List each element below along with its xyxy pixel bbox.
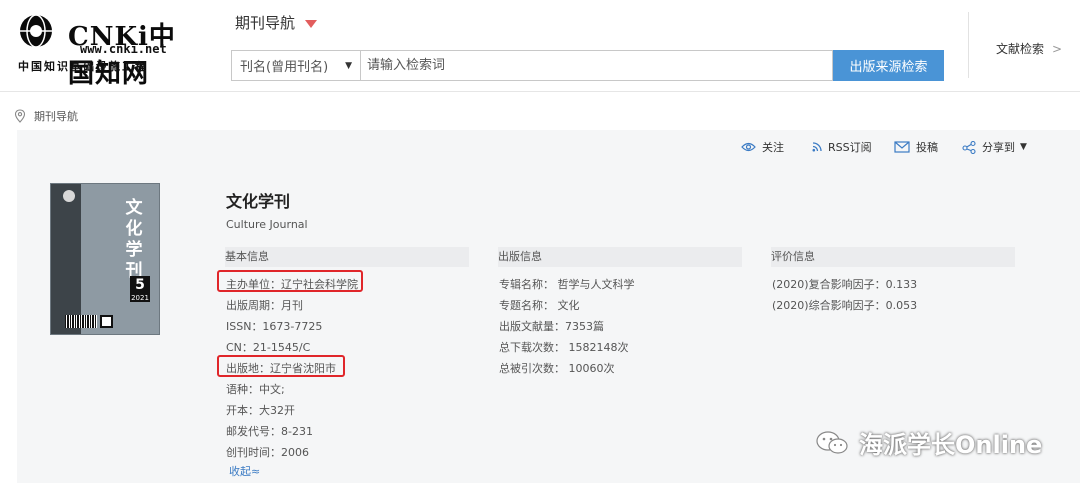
doc-count-field: 出版文献量：7353篇 — [499, 320, 604, 333]
language-field: 语种：中文; — [226, 383, 285, 396]
select-arrow-icon: ▼ — [345, 60, 352, 71]
search-field-value: 刊名(曾用刊名) — [240, 60, 329, 75]
journal-title: 文化学刊 — [226, 192, 291, 211]
follow-button[interactable]: 关注 — [741, 139, 784, 155]
search-input[interactable] — [361, 50, 833, 81]
composite-impact-factor: (2020)复合影响因子：0.133 — [772, 278, 918, 291]
caret-down-icon — [305, 19, 318, 28]
postal-code-field: 邮发代号：8-231 — [226, 425, 313, 438]
search-bar: 刊名(曾用刊名) ▼ 出版来源检索 — [231, 50, 944, 81]
eval-info-heading: 评价信息 — [771, 247, 1015, 267]
cover-year: 2021 — [131, 294, 149, 302]
journal-cover-image: 文化学刊 5 2021 — [50, 183, 160, 335]
sponsor-highlight-box — [217, 270, 363, 292]
journal-nav-dropdown[interactable]: 期刊导航 — [235, 12, 318, 33]
qr-code-icon — [100, 315, 113, 328]
source-search-button[interactable]: 出版来源检索 — [833, 50, 944, 81]
chevron-right-icon: > — [1052, 42, 1063, 56]
cover-emblem — [63, 190, 75, 202]
series-field: 专辑名称： 哲学与人文科学 — [499, 278, 635, 291]
eval-info-heading-label: 评价信息 — [771, 250, 815, 263]
cn-field: CN：21-1545/C — [226, 341, 311, 354]
eye-icon — [741, 142, 756, 152]
header-divider — [968, 12, 969, 78]
founded-field: 创刊时间：2006 — [226, 446, 309, 459]
rss-subscribe-button[interactable]: RSS订阅 — [812, 139, 872, 155]
logo-slogan: 中国知识基础设施工程 — [18, 60, 148, 73]
basic-info-heading-label: 基本信息 — [225, 250, 269, 263]
search-field-select[interactable]: 刊名(曾用刊名) ▼ — [231, 50, 361, 81]
breadcrumb: 期刊导航 — [0, 100, 1080, 130]
downloads-field: 总下载次数： 1582148次 — [499, 341, 629, 354]
literature-search-link[interactable]: 文献检索 > — [996, 40, 1062, 57]
issn-field: ISSN：1673-7725 — [226, 320, 323, 333]
topic-field: 专题名称： 文化 — [499, 299, 580, 312]
cover-title: 文化学刊 — [125, 198, 143, 281]
publish-info-heading-label: 出版信息 — [498, 250, 542, 263]
journal-english-title: Culture Journal — [226, 218, 308, 231]
publish-info-heading: 出版信息 — [498, 247, 742, 267]
frequency-field: 出版周期：月刊 — [226, 299, 303, 312]
submit-manuscript-button[interactable]: 投稿 — [894, 139, 938, 155]
barcode-icon — [65, 315, 97, 328]
journal-nav-label: 期刊导航 — [235, 14, 296, 32]
share-icon — [962, 140, 976, 154]
format-field: 开本：大32开 — [226, 404, 295, 417]
top-header: CNKi中国知网 www.cnki.net 中国知识基础设施工程 期刊导航 刊名… — [0, 0, 1080, 92]
location-pin-icon — [14, 109, 26, 123]
wechat-icon — [816, 430, 848, 454]
cnki-logo[interactable]: CNKi中国知网 www.cnki.net 中国知识基础设施工程 — [16, 12, 186, 89]
watermark-text: 海派学长Online — [859, 431, 1043, 459]
literature-search-label: 文献检索 — [996, 42, 1045, 56]
follow-label: 关注 — [762, 141, 784, 154]
envelope-icon — [894, 141, 910, 153]
place-highlight-box — [217, 355, 345, 377]
comprehensive-impact-factor: (2020)综合影响因子：0.053 — [772, 299, 918, 312]
rss-label: RSS订阅 — [828, 141, 872, 154]
breadcrumb-label: 期刊导航 — [34, 110, 78, 123]
wechat-watermark: 海派学长Online — [815, 425, 1042, 460]
share-button[interactable]: 分享到 ▼ — [962, 139, 1027, 155]
rss-icon — [812, 142, 822, 152]
citations-field: 总被引次数： 10060次 — [499, 362, 615, 375]
share-caret-icon: ▼ — [1020, 142, 1027, 152]
collapse-link[interactable]: 收起≈ — [229, 463, 260, 479]
logo-url: www.cnki.net — [80, 42, 167, 56]
cover-spine — [51, 184, 81, 334]
share-label: 分享到 — [982, 141, 1015, 154]
globe-logo-icon — [20, 14, 52, 48]
basic-info-heading: 基本信息 — [225, 247, 469, 267]
breadcrumb-item[interactable]: 期刊导航 — [14, 108, 78, 124]
submit-label: 投稿 — [916, 141, 938, 154]
